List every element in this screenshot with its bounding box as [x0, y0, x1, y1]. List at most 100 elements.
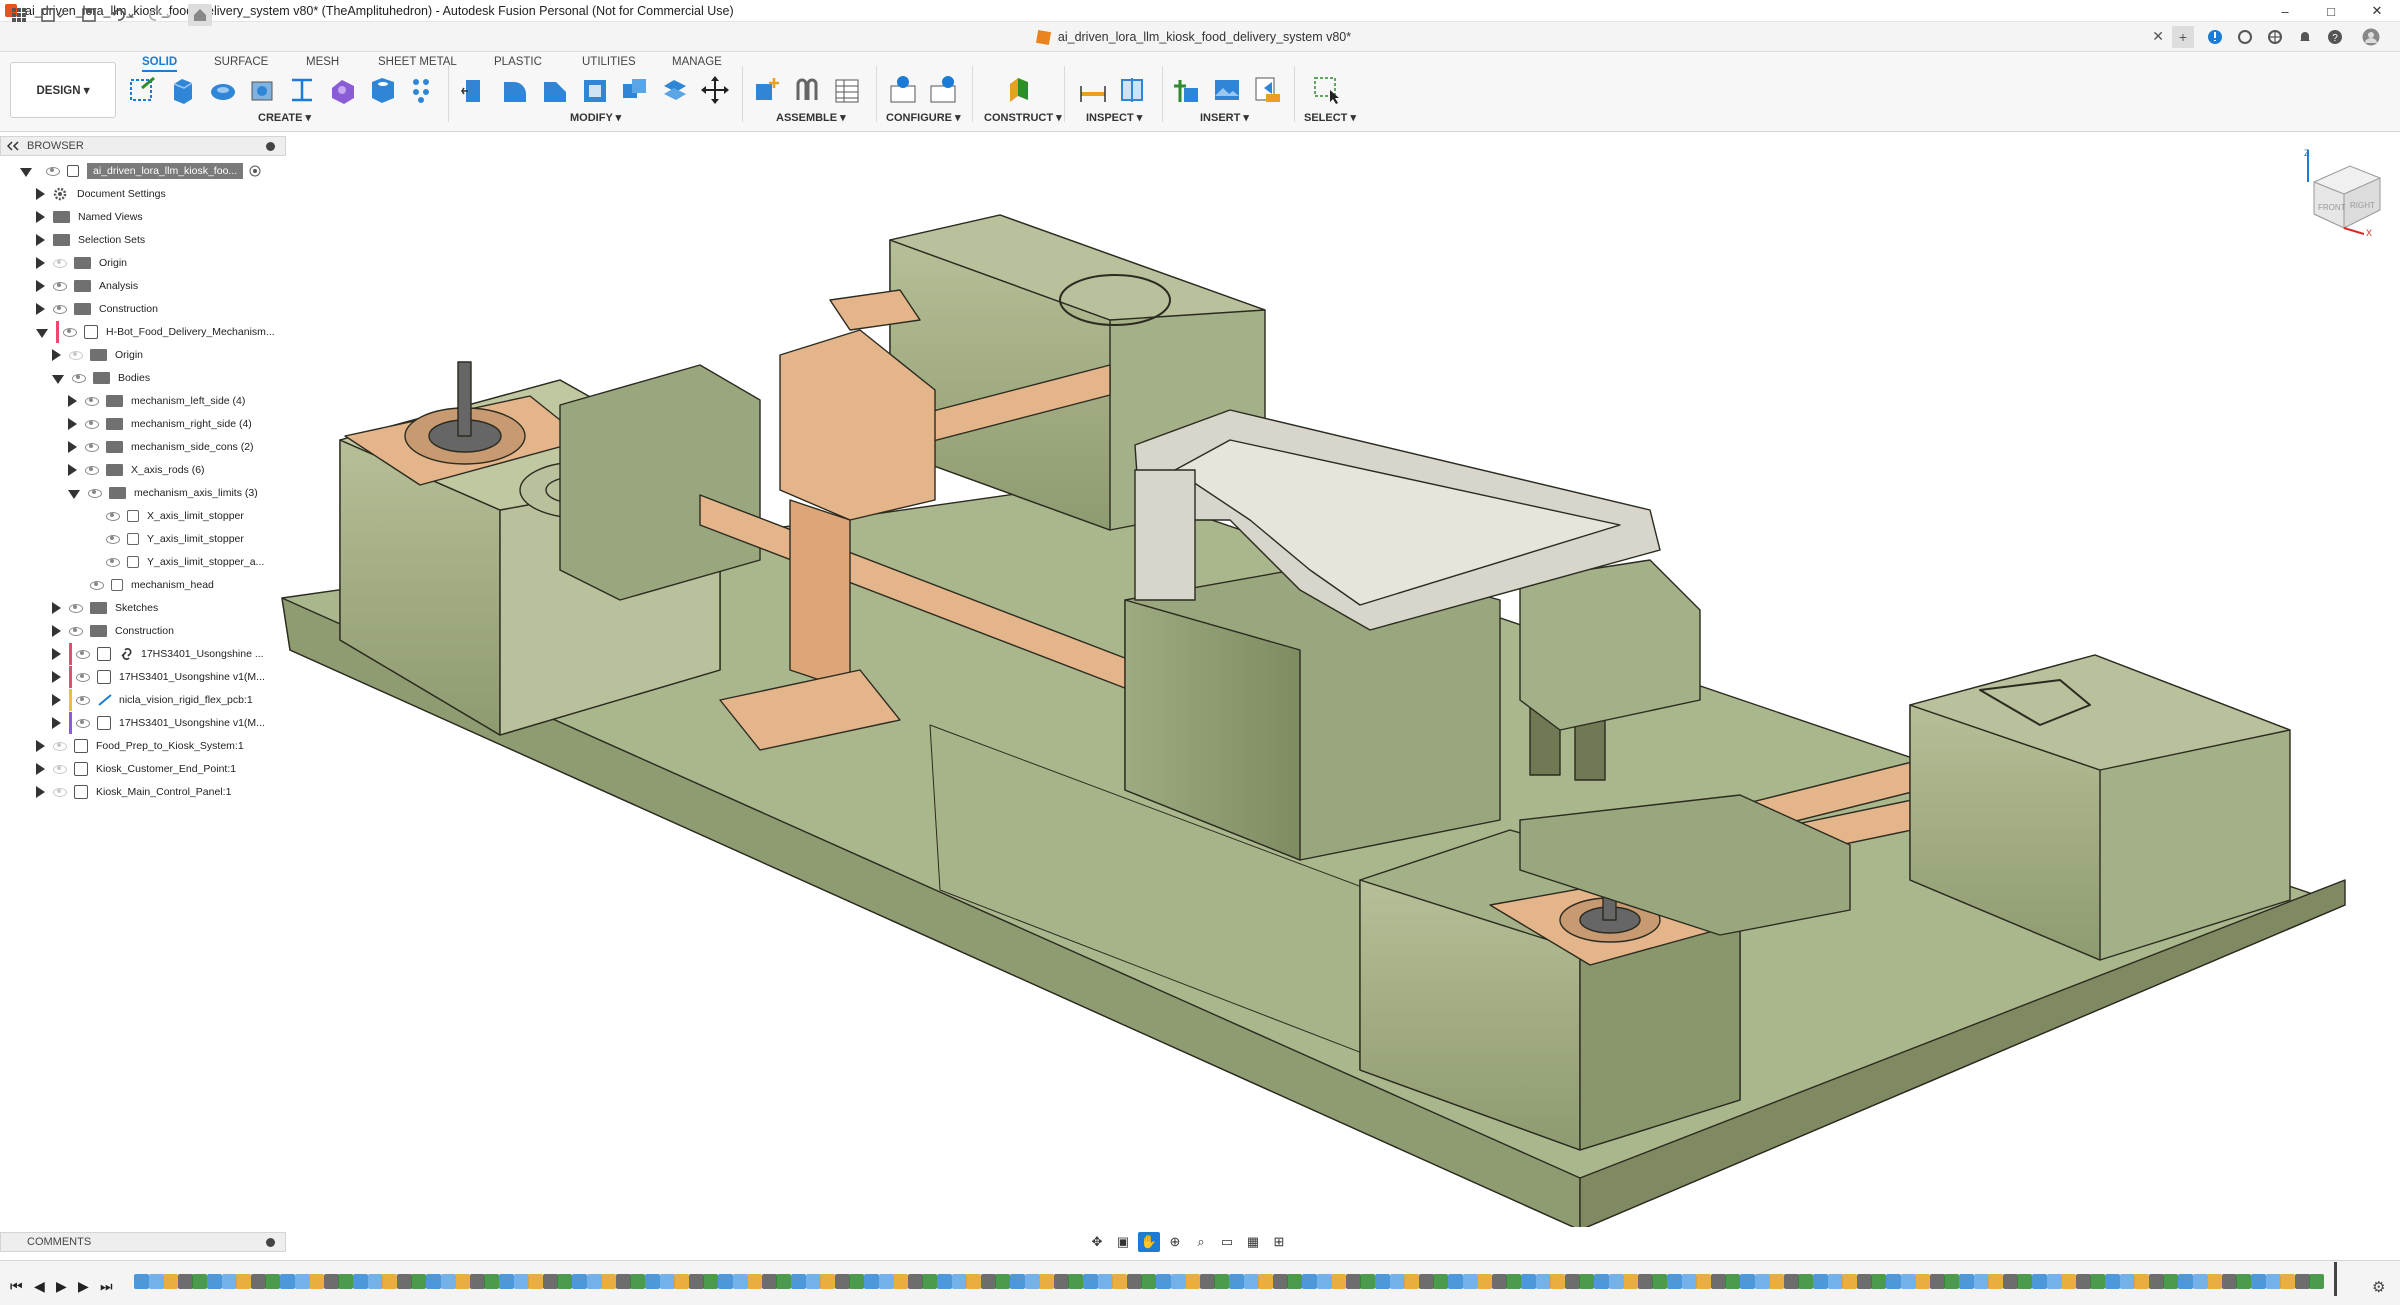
- timeline-feature-icon[interactable]: [2309, 1274, 2325, 1289]
- insert-mesh-icon[interactable]: [1252, 74, 1282, 106]
- timeline-feature-icon[interactable]: [2017, 1274, 2033, 1289]
- job-status-icon[interactable]: [2234, 26, 2256, 48]
- expand-icon[interactable]: [52, 349, 61, 361]
- display-settings-icon[interactable]: ▭: [1216, 1232, 1238, 1252]
- timeline-feature-icon[interactable]: [849, 1274, 865, 1289]
- timeline-feature-icon[interactable]: [513, 1274, 529, 1289]
- timeline-settings-gear-icon[interactable]: ⚙: [2372, 1278, 2385, 1296]
- extrude-icon[interactable]: [168, 74, 198, 106]
- timeline-feature-icon[interactable]: [294, 1274, 310, 1289]
- tree-item-component[interactable]: Kiosk_Customer_End_Point:1: [36, 758, 236, 780]
- timeline-feature-icon[interactable]: [951, 1274, 967, 1289]
- timeline-feature-icon[interactable]: [1754, 1274, 1770, 1289]
- timeline-feature-icon[interactable]: [280, 1274, 295, 1289]
- timeline-feature-icon[interactable]: [1827, 1274, 1843, 1289]
- viewcube[interactable]: FRONT RIGHT Z X: [2300, 148, 2390, 242]
- tree-item-construction[interactable]: Construction: [36, 298, 158, 320]
- file-menu-icon[interactable]: [38, 4, 66, 26]
- expand-icon[interactable]: [52, 671, 61, 683]
- visibility-eye-icon[interactable]: [53, 281, 67, 291]
- grid-settings-icon[interactable]: ▦: [1242, 1232, 1264, 1252]
- document-tab[interactable]: ai_driven_lora_llm_kiosk_food_delivery_s…: [214, 22, 2174, 52]
- insert-derive-icon[interactable]: [1172, 74, 1202, 106]
- visibility-eye-icon[interactable]: [85, 396, 99, 406]
- timeline-feature-icon[interactable]: [221, 1274, 237, 1289]
- timeline-feature-icon[interactable]: [2192, 1274, 2208, 1289]
- viewcube-right-label[interactable]: RIGHT: [2350, 201, 2375, 210]
- expand-icon[interactable]: [52, 625, 61, 637]
- timeline-play-icon[interactable]: ▶: [56, 1278, 67, 1295]
- help-icon[interactable]: ?: [2324, 26, 2346, 48]
- tree-item-component[interactable]: Food_Prep_to_Kiosk_System:1: [36, 735, 244, 757]
- 3d-viewport[interactable]: [0, 132, 2400, 1231]
- timeline-feature-icon[interactable]: [411, 1274, 427, 1289]
- visibility-eye-icon[interactable]: [69, 626, 83, 636]
- timeline-feature-icon[interactable]: [732, 1274, 748, 1289]
- timeline-feature-strip[interactable]: [134, 1270, 2342, 1294]
- timeline-feature-icon[interactable]: [1813, 1274, 1828, 1289]
- tab-mesh[interactable]: MESH: [306, 56, 339, 68]
- timeline-feature-icon[interactable]: [1710, 1274, 1726, 1289]
- visibility-eye-icon[interactable]: [53, 787, 67, 797]
- visibility-eye-icon[interactable]: [88, 488, 102, 498]
- tree-item-origin[interactable]: Origin: [36, 252, 127, 274]
- expand-icon[interactable]: [36, 328, 48, 338]
- move-copy-icon[interactable]: [700, 74, 730, 106]
- expand-icon[interactable]: [68, 395, 77, 407]
- viewports-icon[interactable]: ⊞: [1268, 1232, 1290, 1252]
- timeline-feature-icon[interactable]: [148, 1274, 164, 1289]
- timeline-feature-icon[interactable]: [1199, 1274, 1215, 1289]
- expand-icon[interactable]: [36, 763, 45, 775]
- expand-icon[interactable]: [36, 211, 45, 223]
- timeline-feature-icon[interactable]: [2294, 1274, 2310, 1289]
- timeline-feature-icon[interactable]: [586, 1274, 602, 1289]
- visibility-eye-icon[interactable]: [69, 350, 83, 360]
- tree-item-component[interactable]: Kiosk_Main_Control_Panel:1: [36, 781, 231, 803]
- visibility-eye-icon[interactable]: [106, 557, 120, 567]
- timeline-feature-icon[interactable]: [353, 1274, 368, 1289]
- expand-icon[interactable]: [52, 374, 64, 384]
- tree-item-linked-component[interactable]: 17HS3401_Usongshine ...: [52, 643, 264, 665]
- expand-icon[interactable]: [68, 489, 80, 499]
- timeline-feature-icon[interactable]: [1637, 1274, 1653, 1289]
- shell-icon[interactable]: [580, 74, 610, 106]
- timeline-feature-icon[interactable]: [1550, 1274, 1566, 1289]
- expand-icon[interactable]: [68, 418, 77, 430]
- revolve-icon[interactable]: [208, 74, 238, 106]
- timeline-feature-icon[interactable]: [2280, 1274, 2296, 1289]
- timeline-feature-icon[interactable]: [747, 1274, 763, 1289]
- tab-surface[interactable]: SURFACE: [214, 56, 268, 68]
- timeline-feature-icon[interactable]: [1010, 1274, 1025, 1289]
- tree-item-selection-sets[interactable]: Selection Sets: [36, 229, 145, 251]
- timeline-feature-icon[interactable]: [1594, 1274, 1609, 1289]
- expand-icon[interactable]: [68, 464, 77, 476]
- expand-icon[interactable]: [36, 786, 45, 798]
- tree-item-component[interactable]: nicla_vision_rigid_flex_pcb:1: [52, 689, 253, 711]
- timeline-feature-icon[interactable]: [1462, 1274, 1478, 1289]
- timeline-feature-icon[interactable]: [1097, 1274, 1113, 1289]
- timeline-feature-icon[interactable]: [1053, 1274, 1069, 1289]
- hole-icon[interactable]: [368, 74, 398, 106]
- visibility-eye-icon[interactable]: [85, 419, 99, 429]
- visibility-eye-icon[interactable]: [46, 166, 60, 176]
- user-avatar-icon[interactable]: [2358, 26, 2384, 48]
- expand-icon[interactable]: [36, 257, 45, 269]
- timeline-feature-icon[interactable]: [1988, 1274, 2004, 1289]
- timeline-feature-icon[interactable]: [776, 1274, 792, 1289]
- collapse-browser-icon[interactable]: [7, 141, 19, 151]
- timeline-feature-icon[interactable]: [323, 1274, 339, 1289]
- timeline-feature-icon[interactable]: [1039, 1274, 1055, 1289]
- timeline-feature-icon[interactable]: [878, 1274, 894, 1289]
- construct-menu-label[interactable]: CONSTRUCT ▾: [984, 111, 1062, 124]
- timeline-feature-icon[interactable]: [922, 1274, 938, 1289]
- visibility-eye-icon[interactable]: [53, 741, 67, 751]
- visibility-eye-icon[interactable]: [85, 465, 99, 475]
- window-select-icon[interactable]: [1312, 74, 1342, 106]
- timeline-feature-icon[interactable]: [2163, 1274, 2179, 1289]
- timeline-feature-icon[interactable]: [1083, 1274, 1098, 1289]
- visibility-eye-icon[interactable]: [106, 511, 120, 521]
- modify-menu-label[interactable]: MODIFY ▾: [570, 111, 621, 124]
- comments-panel-header[interactable]: COMMENTS: [0, 1232, 286, 1252]
- notifications-bell-icon[interactable]: [2294, 26, 2316, 48]
- tree-item-named-views[interactable]: Named Views: [36, 206, 143, 228]
